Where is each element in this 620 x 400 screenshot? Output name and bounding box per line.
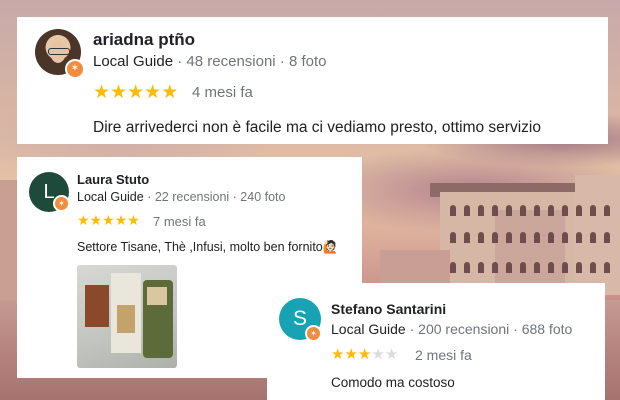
window <box>604 232 610 243</box>
review-count: 200 recensioni <box>418 321 510 337</box>
window <box>604 205 610 216</box>
photo-count: 240 foto <box>240 190 286 204</box>
meta-separator: · <box>173 53 187 70</box>
window <box>534 205 540 216</box>
window <box>590 262 596 273</box>
review-text: Settore Tisane, Thè ,Infusi, molto ben f… <box>77 240 339 254</box>
window <box>520 232 526 243</box>
review-text: Dire arrivederci non è facile ma ci vedi… <box>93 119 541 136</box>
star-filled-icon: ★ <box>357 346 372 363</box>
window <box>464 232 470 243</box>
review-photo[interactable] <box>77 265 177 368</box>
meta-separator: · <box>509 321 522 337</box>
review-time: 7 mesi fa <box>153 214 206 229</box>
star-filled-icon: ★ <box>344 346 358 363</box>
window <box>576 232 582 243</box>
window <box>590 232 596 243</box>
reviewer-name[interactable]: Laura Stuto <box>77 172 149 187</box>
star-rating: ★★★★★ <box>331 345 398 363</box>
window <box>478 262 484 273</box>
window <box>478 232 484 243</box>
window <box>604 262 610 273</box>
photo-item-tag <box>147 287 167 305</box>
photo-item-label <box>117 305 135 333</box>
window <box>450 205 456 216</box>
avatar-glasses <box>48 48 70 55</box>
window <box>450 232 456 243</box>
star-filled-icon: ★ <box>161 82 179 103</box>
window <box>506 232 512 243</box>
meta-separator: · <box>275 53 289 70</box>
meta-separator: · <box>405 321 419 337</box>
star-filled-icon: ★ <box>144 82 162 103</box>
window <box>534 232 540 243</box>
star-filled-icon: ★ <box>331 346 345 363</box>
star-filled-icon: ★ <box>89 212 103 228</box>
star-filled-icon: ★ <box>93 82 111 103</box>
window <box>492 232 498 243</box>
window <box>548 262 554 273</box>
star-filled-icon: ★ <box>102 212 115 228</box>
local-guide-label: Local Guide <box>331 321 406 337</box>
star-filled-icon: ★ <box>127 212 140 228</box>
local-guide-label: Local Guide <box>93 53 174 70</box>
review-count: 48 recensioni <box>186 53 276 70</box>
window <box>450 262 456 273</box>
photo-count: 688 foto <box>521 321 573 337</box>
review-time: 2 mesi fa <box>415 347 472 363</box>
window <box>562 205 568 216</box>
review-text: Comodo ma costoso <box>331 375 455 390</box>
window <box>562 232 568 243</box>
window <box>576 205 582 216</box>
window <box>478 205 484 216</box>
reviewer-meta: Local Guide · 200 recensioni · 688 foto <box>331 321 572 337</box>
window <box>520 205 526 216</box>
review-time: 4 mesi fa <box>192 84 253 101</box>
meta-separator: · <box>143 190 155 204</box>
window <box>534 262 540 273</box>
window <box>506 205 512 216</box>
window <box>492 262 498 273</box>
star-rating: ★★★★★ <box>77 212 140 229</box>
window <box>506 262 512 273</box>
window <box>562 262 568 273</box>
photo-count: 8 foto <box>288 53 327 70</box>
reviewer-meta: Local Guide · 48 recensioni · 8 foto <box>93 53 327 70</box>
window <box>520 262 526 273</box>
local-guide-badge-icon: ✶ <box>65 59 85 79</box>
window <box>576 262 582 273</box>
star-filled-icon: ★ <box>110 82 128 103</box>
star-filled-icon: ★ <box>127 82 145 103</box>
reviewer-meta: Local Guide · 22 recensioni · 240 foto <box>77 190 285 204</box>
window <box>464 205 470 216</box>
window <box>548 205 554 216</box>
meta-separator: · <box>229 190 241 204</box>
reviewer-name[interactable]: ariadna ptño <box>93 30 195 50</box>
local-guide-badge-icon: ✶ <box>305 325 322 342</box>
star-rating: ★★★★★ <box>93 81 178 104</box>
local-guide-badge-icon: ✶ <box>53 195 70 212</box>
window <box>590 205 596 216</box>
local-guide-label: Local Guide <box>77 190 144 204</box>
window <box>464 262 470 273</box>
photo-item-jar <box>85 285 109 327</box>
star-filled-icon: ★ <box>77 212 90 228</box>
star-empty-icon: ★ <box>371 346 385 363</box>
review-count: 22 recensioni <box>154 190 230 204</box>
review-card: S ✶ Stefano Santarini Local Guide · 200 … <box>267 283 605 400</box>
star-empty-icon: ★ <box>384 346 399 363</box>
review-card: ✶ ariadna ptño Local Guide · 48 recensio… <box>17 17 608 144</box>
window <box>492 205 498 216</box>
star-filled-icon: ★ <box>114 212 128 228</box>
window <box>548 232 554 243</box>
reviewer-name[interactable]: Stefano Santarini <box>331 301 446 317</box>
